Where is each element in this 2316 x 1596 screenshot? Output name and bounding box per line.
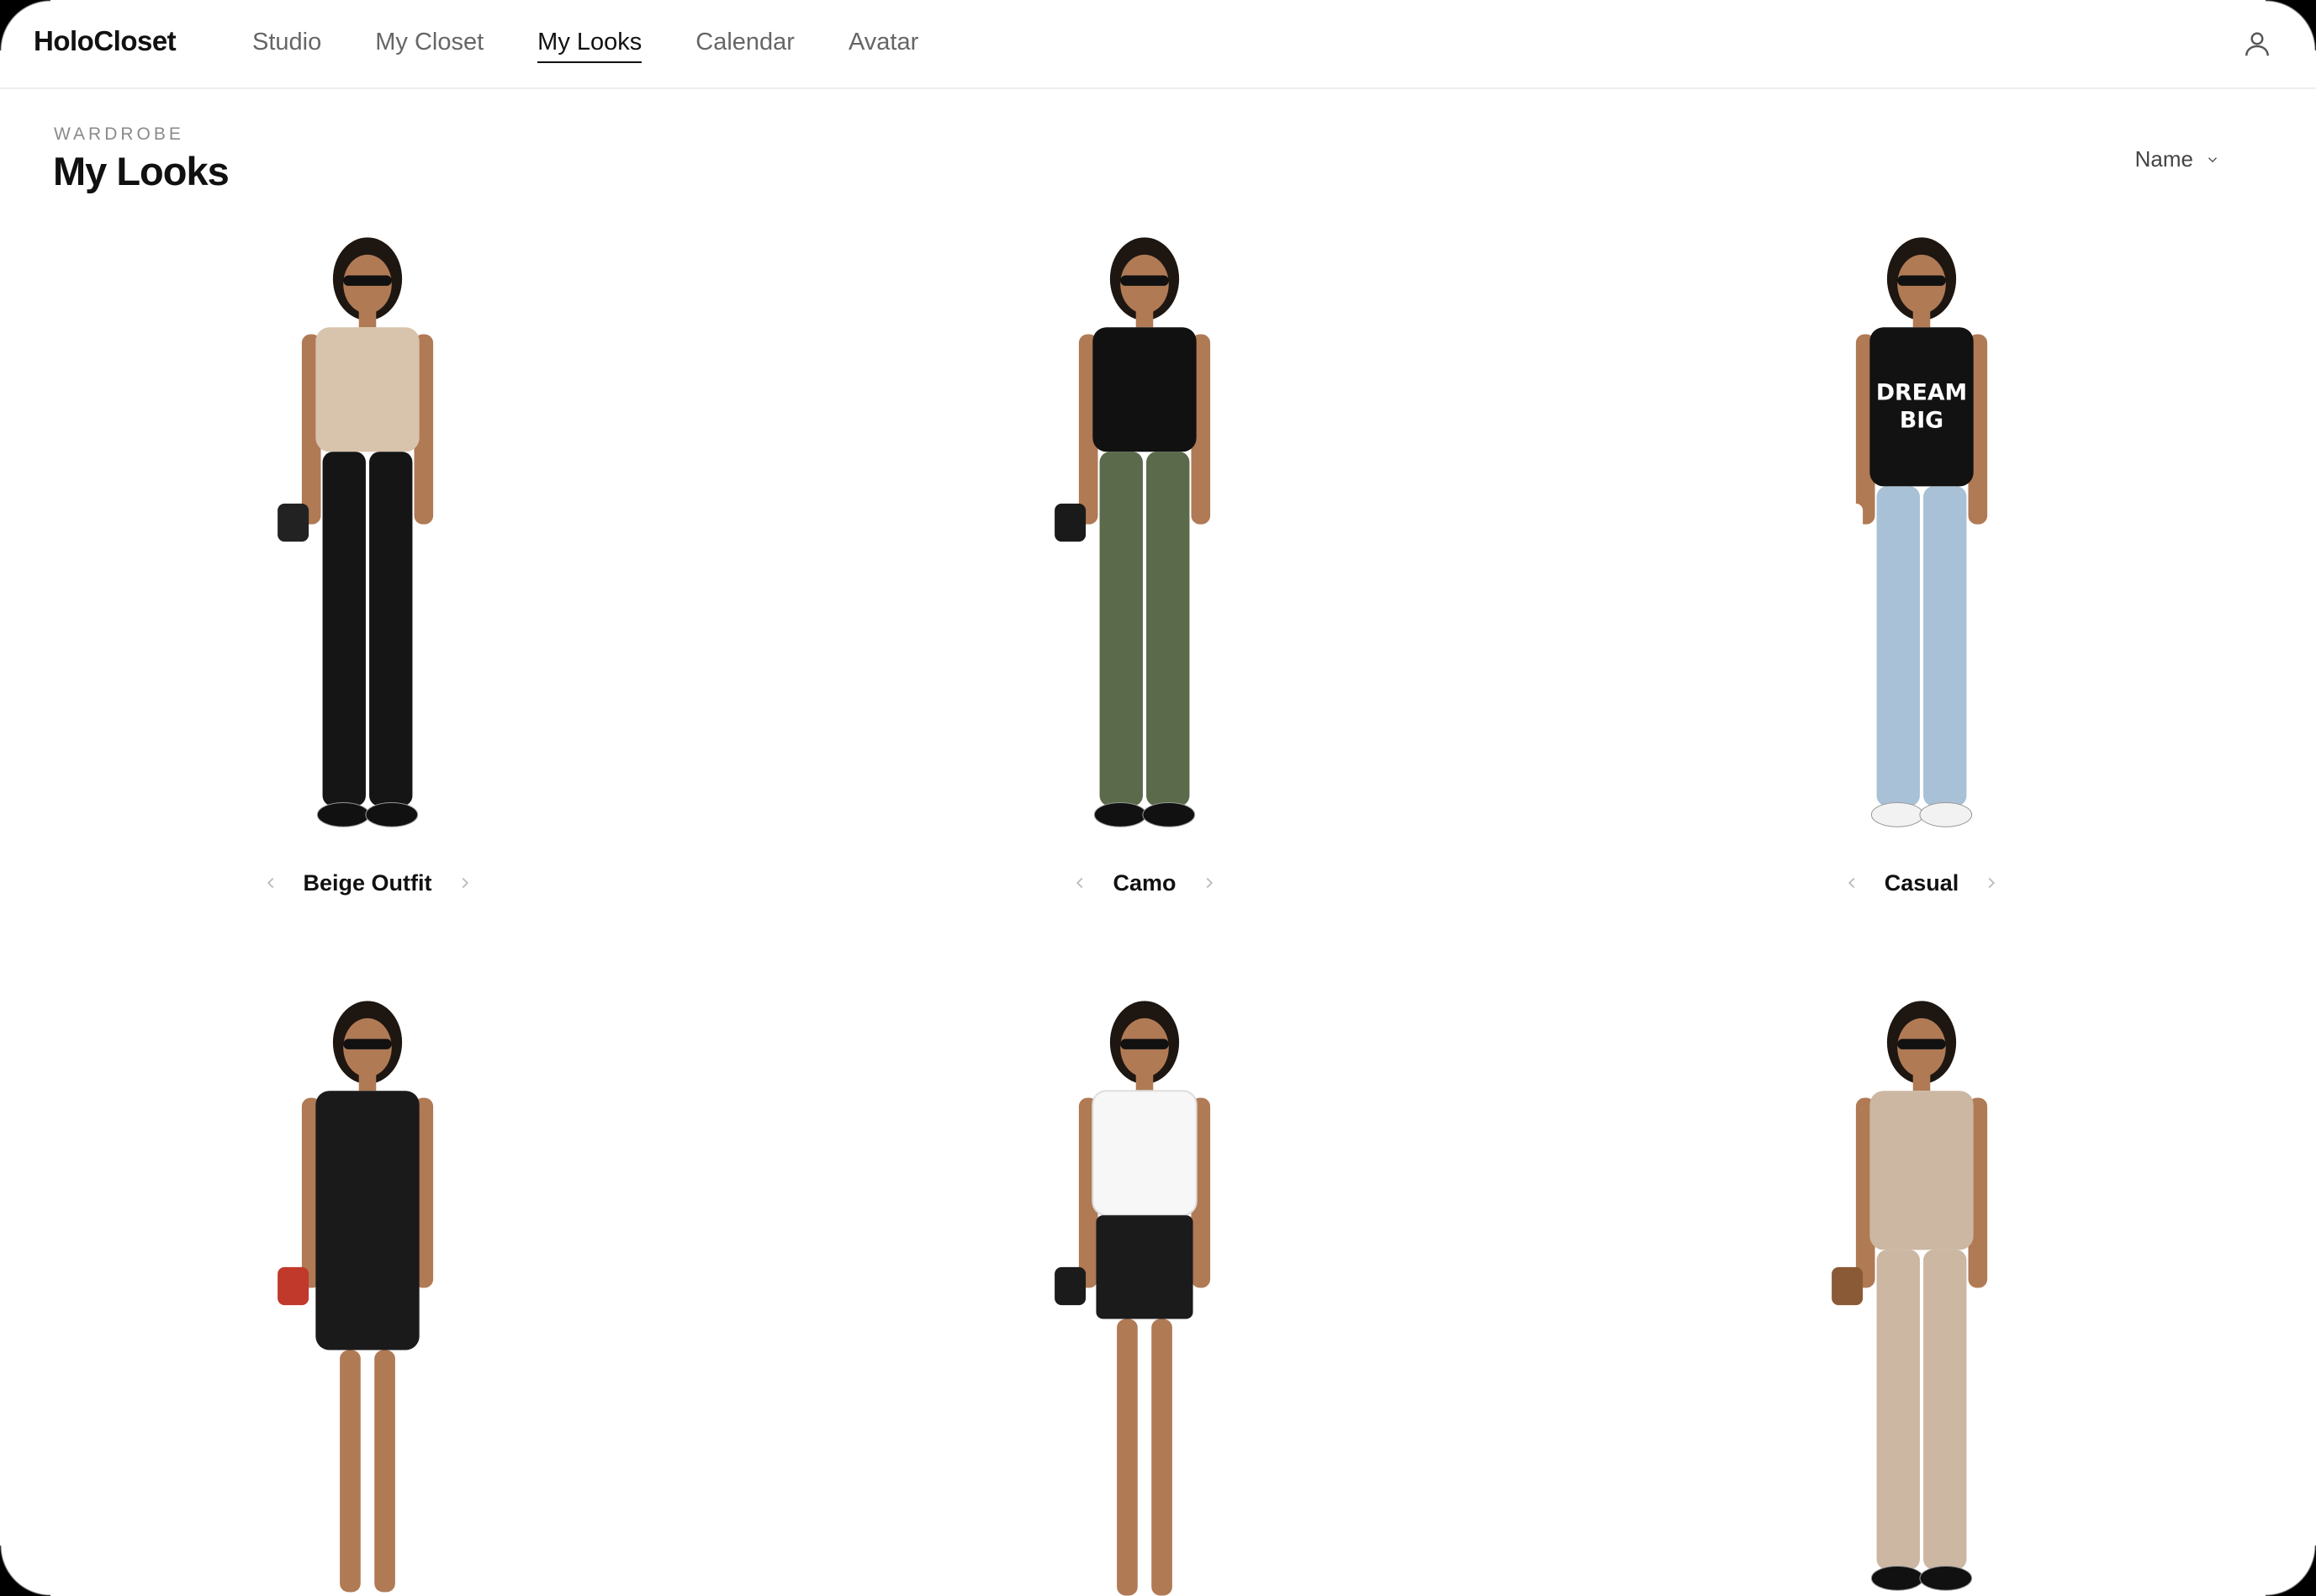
svg-text:DREAM: DREAM [1876, 380, 1967, 406]
page-eyebrow: WARDROBE [54, 124, 184, 144]
look-card[interactable] [73, 991, 662, 1596]
look-illustration [278, 1001, 434, 1593]
look-card[interactable]: Camo [850, 227, 1439, 900]
chevron-right-icon[interactable] [1200, 874, 1219, 892]
look-card[interactable] [1627, 991, 2216, 1596]
frame-corner [0, 1546, 50, 1596]
nav-calendar[interactable]: Calendar [695, 29, 795, 63]
look-caption: Casual [1627, 866, 2216, 900]
chevron-left-icon[interactable] [1843, 874, 1861, 892]
top-navigation: HoloCloset Studio My Closet My Looks Cal… [0, 0, 2316, 89]
look-name: Casual [1884, 869, 1959, 896]
look-card[interactable]: DREAM BIG Casual [1627, 227, 2216, 900]
brand-logo[interactable]: HoloCloset [34, 25, 177, 57]
look-illustration [1055, 1001, 1211, 1596]
svg-text:BIG: BIG [1900, 407, 1943, 433]
look-image[interactable] [968, 991, 1321, 1596]
chevron-left-icon[interactable] [262, 874, 280, 892]
app-window: HoloCloset Studio My Closet My Looks Cal… [0, 0, 2316, 1596]
chevron-left-icon[interactable] [1071, 874, 1089, 892]
sort-dropdown[interactable]: Name [2135, 146, 2220, 172]
sort-label: Name [2134, 146, 2193, 172]
chevron-down-icon [2208, 156, 2218, 162]
look-name: Camo [1113, 869, 1177, 896]
frame-corner [2266, 1546, 2316, 1596]
look-image[interactable] [1745, 991, 2098, 1596]
look-illustration [1055, 237, 1211, 827]
look-image[interactable] [191, 991, 544, 1596]
main-nav: Studio My Closet My Looks Calendar Avata… [252, 29, 972, 63]
nav-my-looks[interactable]: My Looks [537, 29, 642, 63]
frame-corner [2266, 0, 2316, 50]
page-title: My Looks [53, 149, 230, 193]
frame-corner [0, 0, 50, 50]
look-card[interactable] [850, 991, 1439, 1596]
nav-my-closet[interactable]: My Closet [375, 29, 484, 63]
look-illustration [1832, 1001, 1988, 1591]
look-illustration [278, 237, 434, 827]
nav-studio[interactable]: Studio [252, 29, 321, 63]
look-image[interactable] [968, 227, 1321, 849]
chevron-right-icon[interactable] [1982, 874, 2001, 892]
look-name: Beige Outfit [303, 869, 432, 896]
look-card[interactable]: Beige Outfit [73, 227, 662, 900]
look-image[interactable]: DREAM BIG [1745, 227, 2098, 849]
look-caption: Camo [850, 866, 1439, 900]
nav-avatar[interactable]: Avatar [849, 29, 918, 63]
chevron-right-icon[interactable] [456, 874, 474, 892]
look-image[interactable] [191, 227, 544, 849]
look-caption: Beige Outfit [73, 866, 662, 900]
look-illustration: DREAMBIG [1832, 237, 1988, 827]
